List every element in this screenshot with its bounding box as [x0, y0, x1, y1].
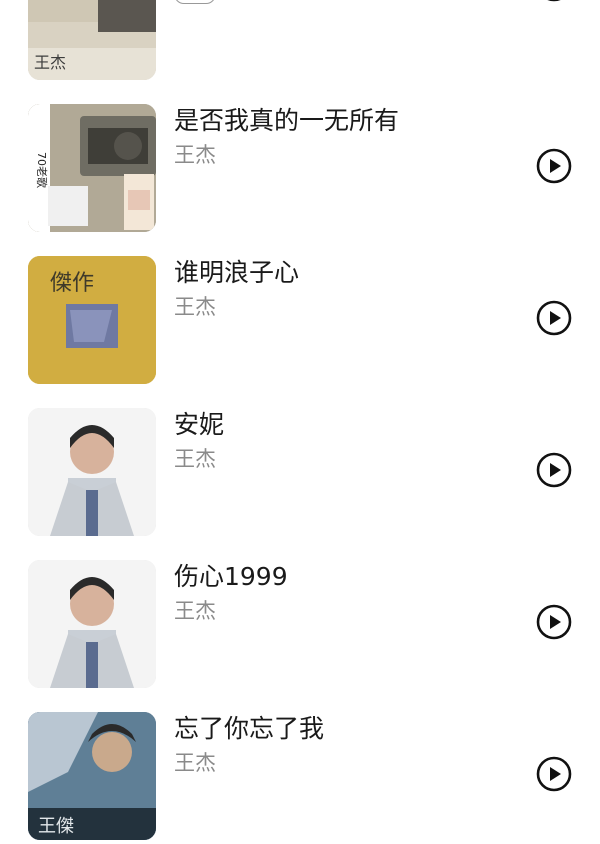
play-button[interactable] — [536, 604, 572, 640]
album-cover[interactable]: 王杰 — [28, 0, 156, 80]
song-list: 王杰 王杰 流行 70老歌 — [0, 0, 600, 844]
play-icon — [536, 604, 572, 640]
list-item[interactable]: 安妮 王杰 — [0, 408, 600, 538]
album-cover-icon: 王傑 — [28, 712, 156, 840]
list-item[interactable]: 王傑 忘了你忘了我 王杰 — [0, 712, 600, 842]
artist-name: 王杰 — [174, 143, 216, 167]
list-item[interactable]: 傑作 谁明浪子心 王杰 — [0, 256, 600, 386]
play-icon — [536, 300, 572, 336]
album-cover-icon: 傑作 — [28, 256, 156, 384]
song-title: 忘了你忘了我 — [174, 714, 325, 743]
list-item[interactable]: 王杰 王杰 流行 — [0, 0, 600, 82]
play-icon — [536, 148, 572, 184]
song-title: 伤心1999 — [174, 562, 288, 591]
play-button[interactable] — [536, 756, 572, 792]
song-title: 谁明浪子心 — [174, 258, 300, 287]
album-cover-icon — [28, 408, 156, 536]
play-button[interactable] — [536, 300, 572, 336]
play-icon — [547, 0, 561, 2]
play-button[interactable] — [536, 148, 572, 184]
song-title: 安妮 — [174, 410, 225, 439]
song-title: 是否我真的一无所有 — [174, 106, 400, 135]
album-cover[interactable] — [28, 560, 156, 688]
svg-text:傑作: 傑作 — [50, 271, 94, 296]
album-cover[interactable]: 傑作 — [28, 256, 156, 384]
list-item[interactable]: 70老歌 是否我真的一无所有 王杰 — [0, 104, 600, 234]
list-item[interactable]: 伤心1999 王杰 — [0, 560, 600, 690]
album-cover-icon — [28, 560, 156, 688]
play-button[interactable] — [536, 0, 572, 2]
svg-text:70老歌: 70老歌 — [35, 152, 49, 188]
album-cover[interactable] — [28, 408, 156, 536]
artist-name: 王杰 — [174, 295, 216, 319]
album-cover[interactable]: 70老歌 — [28, 104, 156, 232]
artist-name: 王杰 — [174, 751, 216, 775]
play-icon — [536, 756, 572, 792]
album-cover-icon: 70老歌 — [28, 104, 156, 232]
album-cover-icon: 王杰 — [28, 0, 156, 80]
svg-text:王杰: 王杰 — [34, 53, 66, 72]
play-icon — [536, 452, 572, 488]
artist-name: 王杰 — [174, 599, 216, 623]
genre-tag: 流行 — [174, 0, 216, 4]
svg-text:王傑: 王傑 — [38, 816, 74, 837]
artist-name: 王杰 — [174, 447, 216, 471]
album-cover[interactable]: 王傑 — [28, 712, 156, 840]
play-button[interactable] — [536, 452, 572, 488]
